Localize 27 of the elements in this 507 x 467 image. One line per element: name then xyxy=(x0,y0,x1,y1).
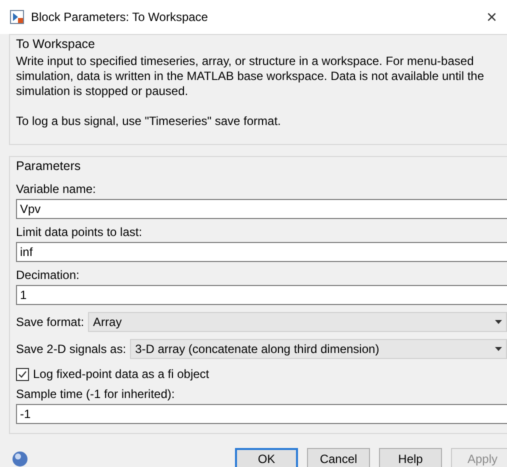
input-field[interactable]: Vpv xyxy=(16,199,507,219)
field-label: Decimation: xyxy=(16,268,80,282)
group-title: To Workspace xyxy=(15,36,96,53)
field-label: Limit data points to last: xyxy=(16,225,144,239)
input-field[interactable]: inf xyxy=(16,242,507,262)
input-field[interactable]: -1 xyxy=(16,404,507,424)
description-text: To log a bus signal, use "Timeseries" save format. xyxy=(16,114,282,129)
dialog-button[interactable]: OK xyxy=(235,448,298,467)
field-label: Save 2-D signals as: xyxy=(16,342,126,356)
help-icon[interactable] xyxy=(12,450,28,466)
dropdown[interactable]: Array xyxy=(88,312,507,332)
field-label: Save format: xyxy=(16,315,84,329)
caret-icon xyxy=(495,347,502,351)
group-title: Parameters xyxy=(15,158,82,175)
checkbox[interactable] xyxy=(16,368,29,380)
description-text: Write input to specified timeseries, array, or structure in a workspace. For menu-based simulation, data is written in the MATLAB base workspace. Data is not available until the simulation is stopped or paused. xyxy=(16,54,486,99)
input-field[interactable]: 1 xyxy=(16,285,507,305)
block-icon xyxy=(10,10,24,24)
dialog-button[interactable]: Help xyxy=(379,448,442,467)
field-label: Variable name: xyxy=(16,182,97,196)
caret-icon xyxy=(495,320,502,324)
dropdown[interactable]: 3-D array (concatenate along third dimension) xyxy=(130,339,507,359)
field-label: Sample time (-1 for inherited): xyxy=(16,387,176,401)
dialog-button[interactable]: Cancel xyxy=(307,448,370,467)
close-button[interactable]: × xyxy=(486,6,507,28)
window-title: Block Parameters: To Workspace xyxy=(31,10,209,24)
checkbox-label: Log fixed-point data as a fi object xyxy=(33,367,210,381)
